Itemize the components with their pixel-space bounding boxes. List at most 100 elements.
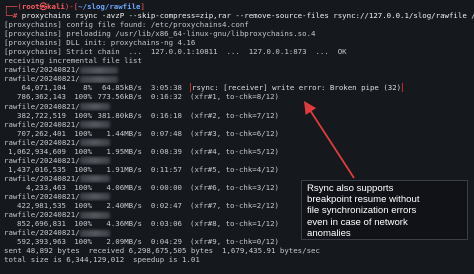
transfer-bytes: 707,262,401: [17, 128, 66, 138]
transfer-time: 0:02:47: [150, 201, 182, 211]
transfer-time: 0:03:06: [150, 219, 182, 229]
annotation-line: even in case of network: [307, 216, 408, 228]
redacted-filename: [79, 175, 110, 183]
terminal-window[interactable]: ┌──(root㉿kali)-[~/slog/rawfile] └─# prox…: [0, 0, 474, 274]
prompt-mid: )-[: [64, 2, 79, 11]
transfer-rate: 1.91MB/s: [106, 164, 142, 174]
transfer-percent: 100%: [74, 146, 92, 156]
transfer-bytes: 4,233,463: [25, 182, 66, 192]
summary-lines: sent 48,892 bytes received 6,298,675,505…: [4, 246, 474, 264]
transfer-bytes: 1,062,934,609: [8, 146, 66, 156]
transfer-rate: 1.95MB/s: [106, 146, 142, 156]
transfer-percent: 100%: [74, 219, 92, 229]
prompt-open: ┌──(: [4, 2, 22, 11]
transfer-progress-note: (xfr#8, to-chk=1/12): [190, 219, 279, 229]
transfer-rate: 2.40MB/s: [106, 201, 142, 211]
file-path: rawfile/20240821/: [4, 65, 80, 75]
prompt-user-host: root㉿kali: [21, 2, 65, 11]
redacted-filename: [79, 66, 118, 74]
transfer-row: rawfile/20240821/: [4, 120, 474, 129]
transfer-bytes: 382,722,519: [17, 110, 66, 120]
output-line: [proxychains] DLL init: proxychains-ng 4…: [4, 38, 196, 48]
file-path: rawfile/20240821/: [4, 101, 80, 111]
annotation-line: breakpoint resume without: [307, 194, 420, 206]
file-path: rawfile/20240821/: [4, 228, 80, 238]
output-line: [proxychains] preloading /usr/lib/x86_64…: [4, 29, 316, 39]
prompt-symbol: └─#: [4, 11, 18, 21]
annotation-box: Rsync also supports breakpoint resume wi…: [301, 180, 468, 240]
transfer-percent: 100%: [74, 164, 92, 174]
transfer-time: 0:00:00: [150, 182, 182, 192]
transfer-time: 0:04:29: [150, 237, 182, 247]
transfer-row: 707,262,401 100% 1.44MB/s 0:07:48 (xfr#3, to…: [4, 129, 474, 138]
prompt-header: ┌──(root㉿kali)-[~/slog/rawfile]: [4, 2, 474, 11]
rsync-error-message: rsync: [receiver] write error: Broken pi…: [190, 83, 404, 93]
transfer-progress-note: (xfr#3, to-chk=6/12): [190, 128, 279, 138]
transfer-time: 3:05:38: [150, 83, 182, 93]
transfer-time: 0:07:48: [150, 128, 182, 138]
transfer-percent: 100%: [74, 110, 92, 120]
transfer-time: 0:16:32: [150, 92, 182, 102]
transfer-progress-note: (xfr#7, to-chk=2/12): [190, 201, 279, 211]
redacted-filename: [79, 75, 118, 83]
transfer-bytes: 786,362,143: [17, 92, 66, 102]
transfer-row: rawfile/20240821/: [4, 102, 474, 111]
transfer-percent: 100%: [74, 92, 92, 102]
output-line: rawfile/20240821/: [4, 74, 474, 83]
transfer-percent: 100%: [74, 237, 92, 247]
file-path: rawfile/20240821/: [4, 191, 80, 201]
command-text[interactable]: proxychains rsync -avzP --skip-compress=…: [17, 11, 474, 20]
prompt-close: ]: [140, 2, 145, 11]
transfer-rate: 64.85kB/s: [101, 83, 142, 93]
transfer-rate: 773.56kB/s: [97, 92, 143, 102]
file-path: rawfile/20240821/: [4, 155, 80, 165]
transfer-time: 0:11:57: [150, 164, 182, 174]
transfer-time: 0:08:39: [150, 146, 182, 156]
transfer-percent: 8%: [83, 83, 92, 93]
command-line[interactable]: └─# proxychains rsync -avzP --skip-compr…: [4, 11, 474, 20]
redacted-filename: [79, 229, 110, 237]
transfer-time: 0:16:18: [150, 110, 182, 120]
redacted-filename: [79, 211, 110, 219]
transfer-rate: 381.80kB/s: [97, 110, 143, 120]
transfer-bytes: 422,981,535: [17, 201, 66, 211]
transfer-percent: 100%: [74, 128, 92, 138]
summary-line: total size is 6,344,129,012 speedup is 1…: [4, 255, 200, 265]
output-line: rawfile/20240821/: [4, 65, 474, 74]
transfer-bytes: 592,393,963: [17, 237, 66, 247]
redacted-filename: [79, 103, 110, 111]
file-path: rawfile/20240821/: [4, 137, 80, 147]
file-path: rawfile/20240821/: [4, 173, 80, 183]
transfer-row: rawfile/20240821/: [4, 138, 474, 147]
output-line: [proxychains] config file found: /etc/pr…: [4, 20, 249, 30]
transfer-rate: 2.09MB/s: [106, 237, 142, 247]
prompt-path: ~/slog/rawfile: [78, 2, 141, 11]
annotation-line: anomalies: [307, 227, 351, 239]
transfer-row: 64,071,104 8% 64.85kB/s 3:05:38 rsync: [rece…: [4, 83, 474, 93]
transfer-row: 786,362,143 100% 773.56kB/s 0:16:32 (xfr#1, …: [4, 92, 474, 101]
file-path: rawfile/20240821/: [4, 210, 80, 220]
redacted-filename: [79, 121, 110, 129]
file-path: rawfile/20240821/: [4, 119, 80, 129]
output-lines: [proxychains] config file found: /etc/pr…: [4, 20, 474, 83]
transfer-rate: 1.44MB/s: [106, 128, 142, 138]
transfer-percent: 100%: [74, 201, 92, 211]
annotation-line: file synchronization errors: [307, 205, 417, 217]
redacted-filename: [79, 157, 110, 165]
transfer-percent: 100%: [74, 182, 92, 192]
transfer-row: 1,062,934,609 100% 1.95MB/s 0:08:39 (xfr#4, …: [4, 147, 474, 156]
transfer-bytes: 64,071,104: [21, 83, 67, 93]
transfer-row: rawfile/20240821/: [4, 156, 474, 165]
redacted-filename: [79, 139, 110, 147]
transfer-bytes: 852,696,831: [17, 219, 66, 229]
transfer-bytes: 1,437,016,535: [8, 164, 66, 174]
transfer-rate: 4.36MB/s: [106, 219, 142, 229]
transfer-progress-note: (xfr#1, to-chk=8/12): [190, 92, 279, 102]
transfer-row: 382,722,519 100% 381.80kB/s 0:16:18 (xfr#2, …: [4, 111, 474, 120]
transfer-row: 1,437,016,535 100% 1.91MB/s 0:11:57 (xfr#5, …: [4, 165, 474, 174]
transfer-rate: 4.06MB/s: [106, 182, 142, 192]
transfer-progress-note: (xfr#5, to-chk=4/12): [190, 164, 279, 174]
file-path: rawfile/20240821/: [4, 74, 80, 84]
transfer-progress-note: (xfr#4, to-chk=5/12): [190, 146, 279, 156]
summary-line: sent 48,892 bytes received 6,298,675,505…: [4, 246, 320, 256]
